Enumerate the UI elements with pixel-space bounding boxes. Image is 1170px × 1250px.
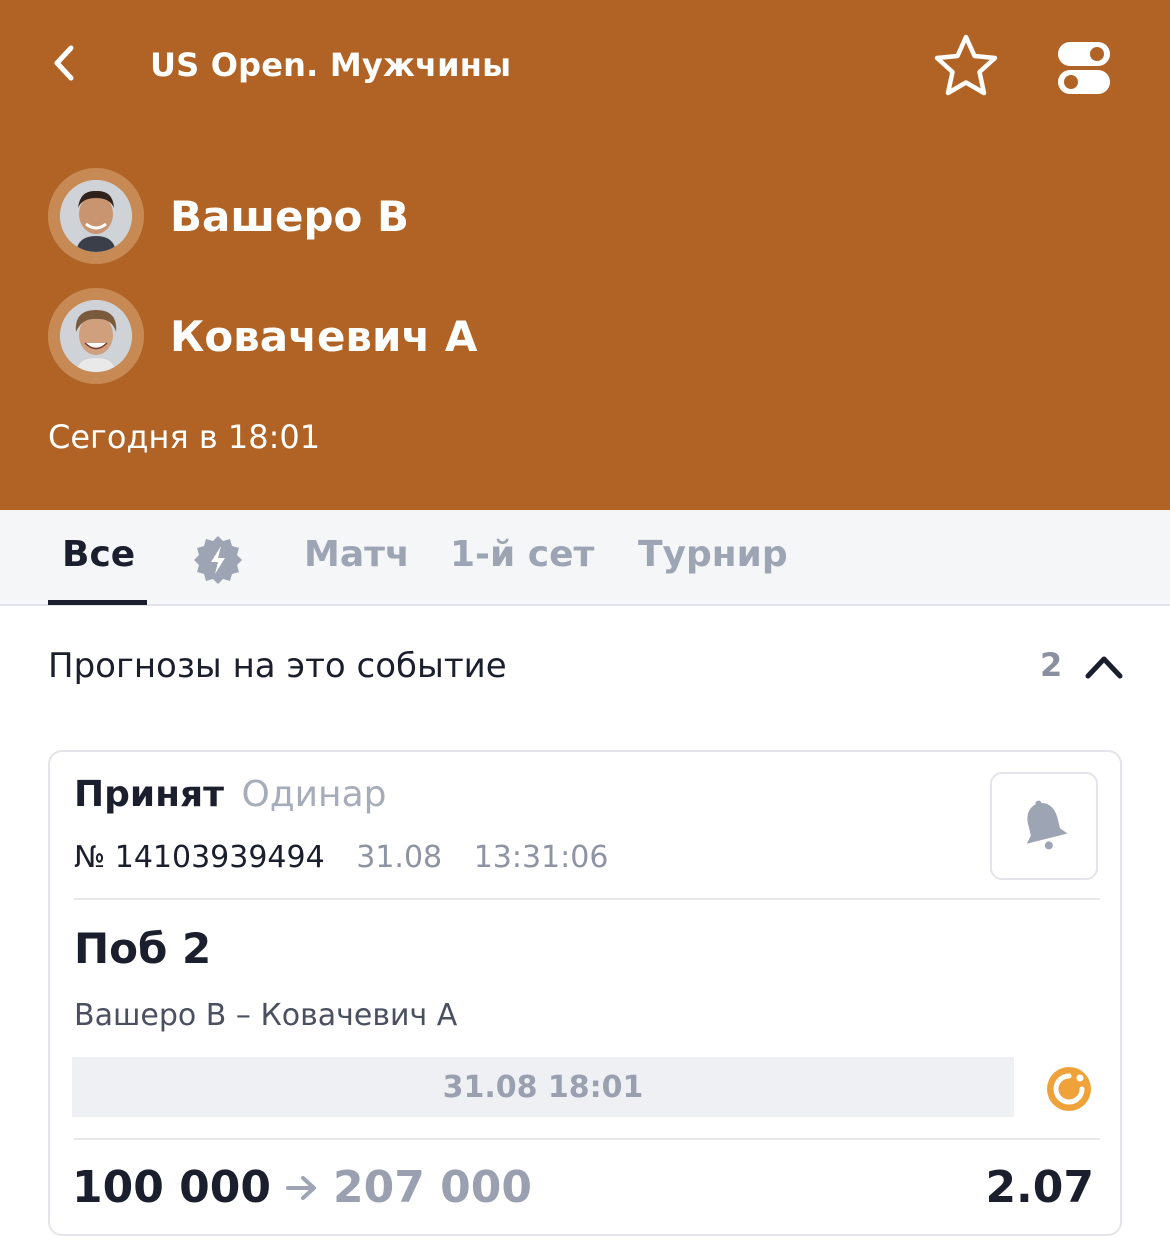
lightning-badge-icon <box>194 536 242 584</box>
player-photo-icon <box>60 300 132 372</box>
player-name: Вашеро В <box>170 191 409 241</box>
forecasts-count: 2 <box>1040 646 1063 684</box>
tab-boost[interactable] <box>192 534 244 586</box>
tab-first-set[interactable]: 1-й сет <box>450 534 594 575</box>
back-button[interactable] <box>38 38 88 88</box>
bet-amounts: 100 000 207 000 <box>72 1162 532 1213</box>
bet-status: Принят <box>74 774 224 815</box>
bet-number: № 14103939494 <box>74 840 325 875</box>
tab-tournament[interactable]: Турнир <box>638 534 788 575</box>
chevron-left-icon <box>54 45 74 81</box>
event-header: US Open. Мужчины Вашеро В Ковачевич А Се… <box>0 0 1170 510</box>
bet-stake: 100 000 <box>72 1162 272 1213</box>
settings-toggle-button[interactable] <box>1058 38 1114 96</box>
player-home[interactable]: Вашеро В <box>48 168 409 264</box>
event-datetime: 31.08 18:01 <box>72 1057 1014 1117</box>
match-start-time: Сегодня в 18:01 <box>48 418 321 456</box>
divider <box>74 1138 1100 1140</box>
avatar <box>48 168 144 264</box>
bet-meta: № 14103939494 31.08 13:31:06 <box>74 840 608 875</box>
tab-all[interactable]: Все <box>62 534 135 575</box>
notify-button[interactable] <box>990 772 1098 880</box>
avatar <box>48 288 144 384</box>
tennis-ball-icon <box>1044 1064 1094 1114</box>
player-photo-icon <box>60 180 132 252</box>
tab-match[interactable]: Матч <box>304 534 410 575</box>
bet-odds: 2.07 <box>985 1162 1094 1213</box>
bet-outcome: Поб 2 <box>74 924 212 973</box>
chevron-up-icon <box>1085 656 1123 679</box>
bet-payout: 207 000 <box>333 1162 533 1213</box>
market-tabs: Все Матч 1-й сет Турнир <box>0 510 1170 606</box>
favorite-button[interactable] <box>930 30 1002 100</box>
bet-type: Одинар <box>241 774 387 815</box>
player-away[interactable]: Ковачевич А <box>48 288 477 384</box>
toggle-icon <box>1058 70 1110 94</box>
collapse-forecasts-button[interactable] <box>1082 646 1126 686</box>
star-icon <box>934 34 998 96</box>
bet-event-name: Вашеро В – Ковачевич А <box>74 998 458 1033</box>
player-name: Ковачевич А <box>170 311 478 361</box>
bet-card[interactable]: Принят Одинар № 14103939494 31.08 13:31:… <box>48 750 1122 1236</box>
bell-icon <box>1026 800 1068 850</box>
forecasts-title: Прогнозы на это событие <box>48 646 507 686</box>
active-tab-indicator <box>48 600 147 605</box>
bet-time: 13:31:06 <box>473 840 609 875</box>
arrow-right-icon <box>285 1174 319 1202</box>
divider <box>74 898 1100 900</box>
toggle-icon <box>1058 42 1110 66</box>
tournament-title: US Open. Мужчины <box>150 46 512 84</box>
bet-status-line: Принят Одинар <box>74 774 387 815</box>
bet-date: 31.08 <box>356 840 443 875</box>
